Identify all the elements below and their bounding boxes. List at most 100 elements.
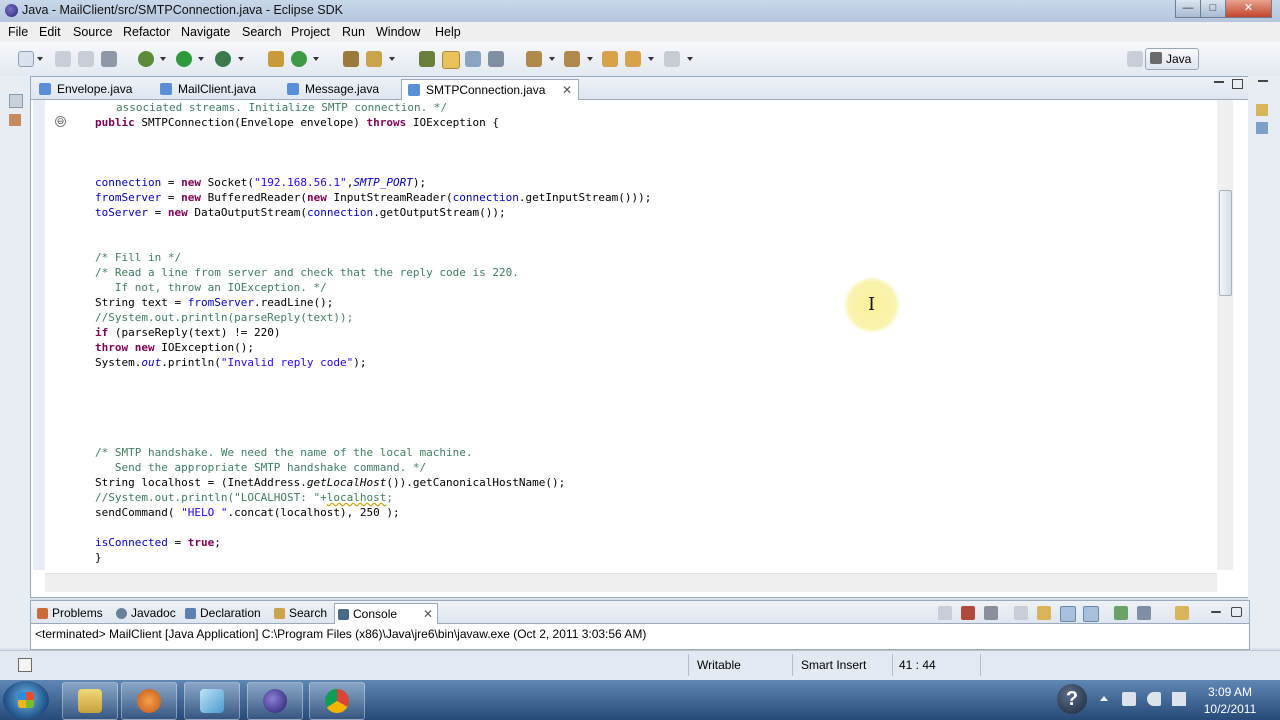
toggle-mark-occurrences-icon[interactable] bbox=[419, 51, 435, 67]
run-icon[interactable] bbox=[176, 51, 192, 67]
debug-dropdown-icon[interactable] bbox=[160, 57, 166, 61]
menu-file[interactable]: File bbox=[8, 25, 28, 39]
previous-annotation-dropdown-icon[interactable] bbox=[587, 57, 593, 61]
taskbar-media-player[interactable] bbox=[121, 682, 177, 720]
clock-time[interactable]: 3:09 AM bbox=[1198, 685, 1262, 699]
code-text: ; bbox=[214, 536, 221, 549]
help-icon[interactable]: ? bbox=[1057, 684, 1087, 714]
restore-view-icon[interactable] bbox=[9, 94, 23, 108]
task-list-icon[interactable] bbox=[1256, 104, 1268, 116]
highlight-icon[interactable] bbox=[442, 51, 460, 69]
minimize-view-icon[interactable] bbox=[1258, 80, 1268, 82]
minimize-console-icon[interactable] bbox=[1211, 611, 1221, 613]
tab-label: MailClient.java bbox=[178, 82, 257, 96]
new-class-icon[interactable] bbox=[291, 51, 307, 67]
external-tools-dropdown-icon[interactable] bbox=[238, 57, 244, 61]
print-icon[interactable] bbox=[101, 51, 117, 67]
maximize-button[interactable]: □ bbox=[1200, 0, 1226, 18]
tab-smtpconnection-java[interactable]: SMTPConnection.java ✕ bbox=[401, 79, 579, 100]
editor-horizontal-scrollbar[interactable] bbox=[45, 573, 1217, 592]
editor-vertical-scrollbar[interactable] bbox=[1217, 100, 1233, 570]
menu-run[interactable]: Run bbox=[342, 25, 365, 39]
menu-project[interactable]: Project bbox=[291, 25, 330, 39]
code-text: String text = bbox=[95, 296, 188, 309]
forward-dropdown-icon[interactable] bbox=[687, 57, 693, 61]
outline-icon[interactable] bbox=[1256, 122, 1268, 134]
new-class-dropdown-icon[interactable] bbox=[313, 57, 319, 61]
scrollbar-thumb[interactable] bbox=[1219, 190, 1232, 296]
remove-all-terminated-icon[interactable] bbox=[984, 606, 998, 620]
close-button[interactable]: ✕ bbox=[1225, 0, 1272, 18]
tab-declaration[interactable]: Declaration bbox=[182, 603, 284, 623]
tab-javadoc[interactable]: Javadoc bbox=[113, 603, 191, 623]
block-selection-icon[interactable] bbox=[465, 51, 481, 67]
forward-icon[interactable] bbox=[664, 51, 680, 67]
pin-console-icon[interactable] bbox=[1114, 606, 1128, 620]
save-all-icon[interactable] bbox=[78, 51, 94, 67]
minimize-button[interactable]: — bbox=[1175, 0, 1201, 18]
new-package-icon[interactable] bbox=[268, 51, 284, 67]
maximize-console-icon[interactable] bbox=[1231, 607, 1242, 617]
tab-console[interactable]: Console ✕ bbox=[334, 603, 438, 624]
menu-refactor[interactable]: Refactor bbox=[123, 25, 170, 39]
run-dropdown-icon[interactable] bbox=[198, 57, 204, 61]
last-edit-location-icon[interactable] bbox=[602, 51, 618, 67]
menu-edit[interactable]: Edit bbox=[39, 25, 61, 39]
display-console-icon[interactable] bbox=[1137, 606, 1151, 620]
back-dropdown-icon[interactable] bbox=[648, 57, 654, 61]
overview-ruler bbox=[1234, 100, 1247, 570]
remove-launch-icon[interactable] bbox=[961, 606, 975, 620]
field: fromServer bbox=[187, 296, 254, 309]
volume-icon[interactable] bbox=[1147, 692, 1161, 706]
package-explorer-icon[interactable] bbox=[9, 114, 21, 126]
status-separator bbox=[688, 654, 689, 676]
menu-navigate[interactable]: Navigate bbox=[181, 25, 230, 39]
previous-annotation-icon[interactable] bbox=[564, 51, 580, 67]
back-icon[interactable] bbox=[625, 51, 641, 67]
close-tab-icon[interactable]: ✕ bbox=[562, 80, 572, 100]
debug-icon[interactable] bbox=[138, 51, 154, 67]
tab-mailclient-java[interactable]: MailClient.java bbox=[154, 79, 298, 99]
scroll-lock-icon[interactable] bbox=[1037, 606, 1051, 620]
menu-source[interactable]: Source bbox=[73, 25, 113, 39]
next-annotation-icon[interactable] bbox=[526, 51, 542, 67]
open-perspective-icon[interactable] bbox=[1127, 51, 1143, 67]
clear-console-icon[interactable] bbox=[1014, 606, 1028, 620]
java-perspective-button[interactable]: Java bbox=[1145, 48, 1199, 70]
tab-envelope-java[interactable]: Envelope.java bbox=[33, 79, 167, 99]
menu-help[interactable]: Help bbox=[435, 25, 461, 39]
action-center-icon[interactable] bbox=[1122, 692, 1136, 706]
menu-bar: File Edit Source Refactor Navigate Searc… bbox=[0, 22, 1280, 42]
start-button[interactable] bbox=[3, 681, 49, 719]
show-hidden-icons-icon[interactable] bbox=[1100, 696, 1108, 701]
show-whitespace-icon[interactable] bbox=[488, 51, 504, 67]
taskbar-explorer[interactable] bbox=[62, 682, 118, 720]
show-on-stderr-icon[interactable] bbox=[1083, 606, 1099, 622]
minimize-editor-icon[interactable] bbox=[1214, 81, 1224, 83]
menu-search[interactable]: Search bbox=[242, 25, 282, 39]
show-on-stdout-icon[interactable] bbox=[1060, 606, 1076, 622]
code-editor[interactable]: ⊖ associated streams. Initialize SMTP co… bbox=[45, 100, 1217, 570]
task-dropdown-icon[interactable] bbox=[389, 57, 395, 61]
clock-date[interactable]: 10/2/2011 bbox=[1198, 702, 1262, 716]
save-icon[interactable] bbox=[55, 51, 71, 67]
network-icon[interactable] bbox=[1172, 692, 1186, 706]
taskbar-chrome[interactable] bbox=[309, 682, 365, 720]
tab-problems[interactable]: Problems bbox=[34, 603, 114, 623]
maximize-editor-icon[interactable] bbox=[1232, 79, 1243, 89]
open-type-icon[interactable] bbox=[343, 51, 359, 67]
open-console-icon[interactable] bbox=[1175, 606, 1189, 620]
tab-message-java[interactable]: Message.java bbox=[281, 79, 415, 99]
close-tab-icon[interactable]: ✕ bbox=[423, 604, 433, 624]
fast-view-icon[interactable] bbox=[18, 658, 32, 672]
new-dropdown-icon[interactable] bbox=[37, 57, 43, 61]
external-tools-icon[interactable] bbox=[215, 51, 231, 67]
taskbar-eclipse[interactable] bbox=[247, 682, 303, 720]
next-annotation-dropdown-icon[interactable] bbox=[549, 57, 555, 61]
new-icon[interactable] bbox=[18, 51, 34, 67]
menu-window[interactable]: Window bbox=[376, 25, 420, 39]
taskbar-paint[interactable] bbox=[184, 682, 240, 720]
fold-collapse-icon[interactable]: ⊖ bbox=[55, 116, 66, 127]
terminate-icon[interactable] bbox=[938, 606, 952, 620]
open-task-icon[interactable] bbox=[366, 51, 382, 67]
